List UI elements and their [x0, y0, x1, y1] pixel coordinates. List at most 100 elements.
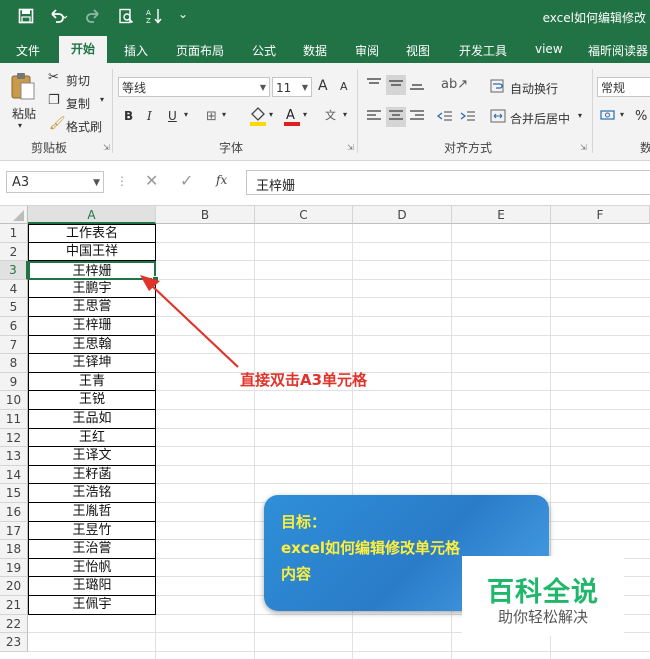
print-preview-icon[interactable] — [118, 8, 134, 28]
tab-view-en[interactable]: view — [535, 42, 563, 56]
row-header[interactable]: 16 — [0, 503, 28, 522]
row-header[interactable]: 7 — [0, 335, 28, 355]
tab-page-layout[interactable]: 页面布局 — [176, 42, 224, 59]
cell[interactable]: 王译文 — [28, 447, 156, 466]
row-header[interactable]: 22 — [0, 614, 28, 634]
row-header[interactable]: 2 — [0, 242, 28, 262]
column-header-c[interactable]: C — [255, 206, 353, 224]
row-header[interactable]: 15 — [0, 484, 28, 503]
clipboard-launcher-icon[interactable]: ⇲ — [103, 143, 110, 152]
merge-center-button[interactable]: 合并后居中 — [510, 110, 570, 127]
cell[interactable]: 王浩铭 — [28, 484, 156, 503]
cell[interactable]: 中国王祥 — [28, 242, 156, 262]
wrap-text-icon[interactable] — [490, 79, 506, 97]
cell[interactable]: 王鹏宇 — [28, 279, 156, 299]
row-header[interactable]: 1 — [0, 224, 28, 243]
row-header[interactable]: 20 — [0, 577, 28, 596]
italic-button[interactable]: I — [147, 109, 152, 123]
font-color-icon[interactable]: A — [283, 106, 301, 130]
cancel-icon[interactable]: ✕ — [145, 171, 158, 190]
alignment-launcher-icon[interactable]: ⇲ — [580, 143, 587, 152]
row-header[interactable]: 4 — [0, 279, 28, 299]
row-header[interactable]: 13 — [0, 447, 28, 466]
column-header-d[interactable]: D — [353, 206, 452, 224]
undo-icon[interactable] — [48, 8, 68, 28]
tab-home[interactable]: 开始 — [59, 36, 108, 63]
cell[interactable]: 王铎坤 — [28, 354, 156, 373]
decrease-indent-icon[interactable] — [436, 109, 453, 127]
border-dropdown-icon[interactable]: ▾ — [222, 110, 226, 119]
redo-icon[interactable] — [84, 8, 104, 28]
percent-button[interactable]: % — [635, 109, 647, 124]
underline-dropdown-icon[interactable]: ▾ — [184, 110, 188, 119]
tab-foxit-reader[interactable]: 福昕阅读器 — [588, 42, 648, 59]
cell[interactable]: 工作表名 — [28, 224, 156, 243]
cell[interactable]: 王梓珊 — [28, 317, 156, 336]
wrap-text-button[interactable]: 自动换行 — [510, 80, 558, 97]
format-painter-button[interactable]: 格式刷 — [66, 118, 102, 135]
tab-insert[interactable]: 插入 — [124, 42, 148, 59]
row-header[interactable]: 8 — [0, 354, 28, 373]
name-box[interactable]: A3 ▼ — [6, 171, 104, 193]
tab-view[interactable]: 视图 — [406, 42, 430, 59]
cell[interactable]: 王胤哲 — [28, 503, 156, 522]
row-header[interactable]: 19 — [0, 558, 28, 578]
customize-toolbar-icon[interactable]: ⌄ — [178, 7, 188, 21]
row-header[interactable]: 9 — [0, 372, 28, 392]
cell[interactable]: 王怡帆 — [28, 558, 156, 578]
row-header[interactable]: 18 — [0, 540, 28, 559]
column-header-a[interactable]: A — [28, 206, 156, 224]
align-bottom-icon[interactable] — [409, 77, 425, 95]
copy-icon[interactable]: ❐ — [48, 93, 60, 108]
fill-color-icon[interactable] — [249, 106, 267, 130]
cell[interactable]: 王思翰 — [28, 335, 156, 355]
font-size-select[interactable]: 11 ▼ — [272, 77, 312, 97]
cell[interactable]: 王品如 — [28, 410, 156, 429]
row-header[interactable]: 10 — [0, 391, 28, 410]
align-middle-icon[interactable] — [386, 75, 406, 95]
font-name-select[interactable]: 等线 ▼ — [118, 77, 270, 97]
row-header[interactable]: 14 — [0, 465, 28, 485]
increase-indent-icon[interactable] — [460, 109, 476, 127]
align-center-icon[interactable] — [386, 107, 406, 127]
insert-function-button[interactable]: fx — [216, 173, 227, 187]
number-format-select[interactable]: 常规 — [597, 77, 650, 97]
cell[interactable]: 王治嘗 — [28, 540, 156, 559]
cell[interactable]: 王青 — [28, 372, 156, 392]
sort-icon[interactable]: AZ — [146, 8, 164, 28]
column-header-b[interactable]: B — [156, 206, 255, 224]
tab-review[interactable]: 审阅 — [355, 42, 379, 59]
formula-input[interactable]: 王梓姗 — [246, 170, 650, 195]
cell[interactable]: 王红 — [28, 428, 156, 448]
selected-cell[interactable]: 王梓姗 — [28, 261, 156, 280]
underline-button[interactable]: U — [168, 109, 177, 123]
grow-font-button[interactable]: A — [318, 78, 328, 94]
scissors-icon[interactable]: ✂ — [48, 70, 59, 85]
cell[interactable]: 王璐阳 — [28, 577, 156, 596]
fill-handle[interactable] — [152, 275, 159, 283]
cell[interactable]: 王籽菡 — [28, 465, 156, 485]
cell[interactable]: 王昱竹 — [28, 521, 156, 541]
enter-icon[interactable]: ✓ — [180, 171, 193, 190]
copy-dropdown-icon[interactable]: ▾ — [100, 95, 104, 104]
tab-formulas[interactable]: 公式 — [252, 42, 276, 59]
column-header-f[interactable]: F — [551, 206, 650, 224]
tab-file[interactable]: 文件 — [16, 42, 40, 59]
tab-developer[interactable]: 开发工具 — [459, 42, 507, 59]
copy-button[interactable]: 复制 — [66, 95, 90, 112]
paste-icon[interactable] — [9, 71, 37, 105]
border-icon[interactable]: ⊞ — [206, 109, 217, 124]
row-header[interactable]: 11 — [0, 410, 28, 429]
orientation-icon[interactable]: ab↗ — [441, 77, 468, 92]
align-right-icon[interactable] — [409, 109, 425, 127]
formula-bar-splitter-icon[interactable]: ⋮ — [116, 174, 128, 188]
row-header[interactable]: 12 — [0, 428, 28, 448]
row-header[interactable]: 17 — [0, 521, 28, 541]
format-painter-icon[interactable]: 🖌 — [49, 116, 66, 131]
row-header[interactable]: 5 — [0, 298, 28, 317]
select-all-button[interactable] — [0, 206, 28, 224]
cell[interactable]: 王思嘗 — [28, 298, 156, 317]
font-launcher-icon[interactable]: ⇲ — [347, 143, 354, 152]
font-color-dropdown-icon[interactable]: ▾ — [303, 110, 307, 119]
phonetic-icon[interactable]: 文 — [325, 107, 336, 123]
